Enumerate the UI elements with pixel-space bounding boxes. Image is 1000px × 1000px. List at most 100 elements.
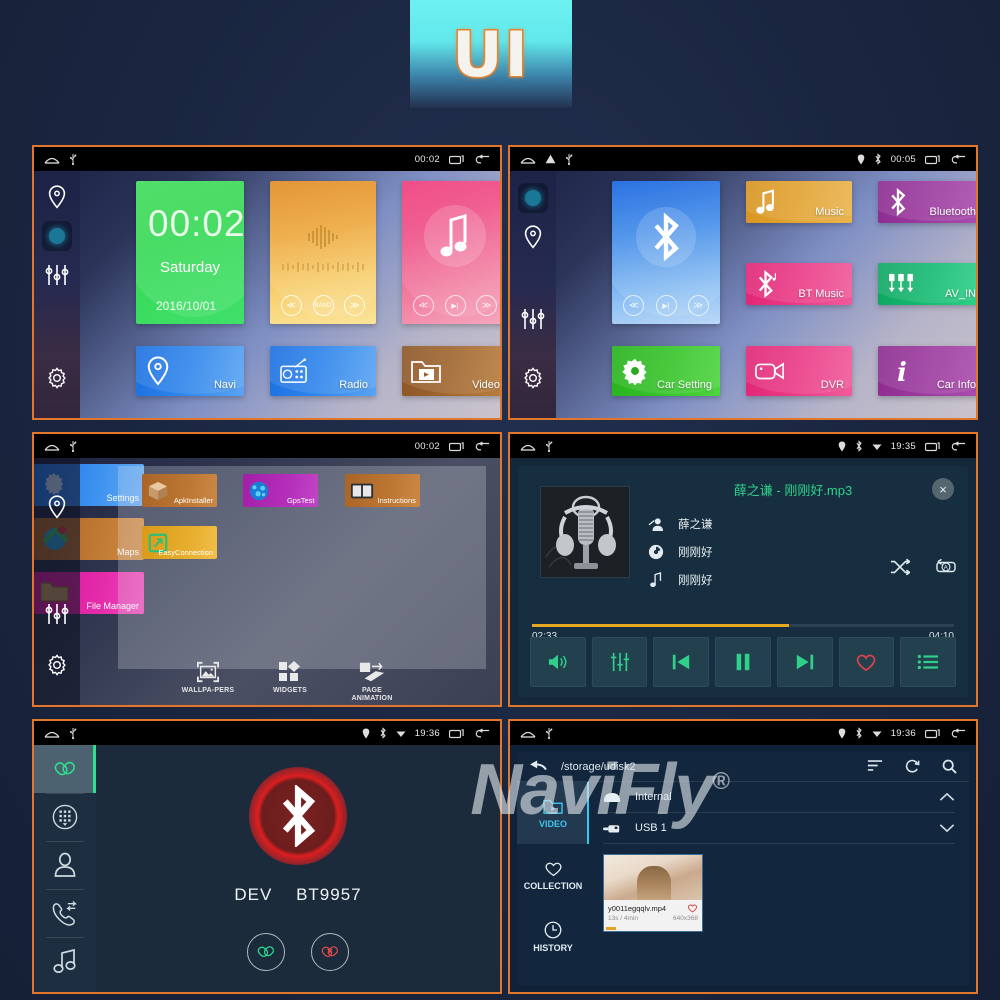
back-icon[interactable]	[473, 440, 490, 452]
bt-nav-connection[interactable]	[34, 745, 96, 793]
equalizer-icon[interactable]	[43, 261, 71, 289]
previous-button[interactable]	[653, 637, 710, 687]
bt-play-button[interactable]: ▶|	[655, 295, 677, 316]
volume-button[interactable]	[530, 637, 586, 687]
back-icon[interactable]	[949, 440, 966, 452]
app-apkinstaller[interactable]: ApkInstaller	[142, 474, 217, 507]
home-icon[interactable]	[44, 441, 60, 452]
gear-icon	[621, 357, 649, 385]
bt-nav-music[interactable]	[34, 937, 96, 985]
bluetooth-icon	[874, 153, 882, 165]
radio-prev-button[interactable]: ≪	[280, 295, 302, 316]
drawer-app-grid: ApkInstaller GpsTest Instructions EasyCo…	[118, 466, 486, 669]
bt-nav-dialpad[interactable]	[34, 793, 96, 841]
tile-dvr[interactable]: DVR	[746, 346, 852, 396]
page-animation-button[interactable]: PAGE ANIMATION	[344, 659, 400, 703]
call-history-icon	[52, 901, 77, 926]
wallpapers-button[interactable]: WALLPA-PERS	[180, 659, 236, 703]
music-next-button[interactable]: ≫	[476, 295, 498, 316]
disconnect-button[interactable]	[311, 933, 349, 971]
home-icon[interactable]	[520, 441, 536, 452]
active-indicator-dot[interactable]	[42, 221, 72, 251]
bt-nav-contacts[interactable]	[34, 841, 96, 889]
repeat-all-icon[interactable]: A	[936, 558, 956, 576]
equalizer-icon[interactable]	[43, 601, 71, 626]
tile-car-setting[interactable]: Car Setting	[612, 346, 720, 396]
active-indicator-dot[interactable]	[518, 183, 548, 213]
tile-radio-widget[interactable]: ≪ BAND ≫	[270, 181, 376, 324]
tile-clock[interactable]: 00:02 Saturday 2016/10/01	[136, 181, 244, 324]
playlist-button[interactable]	[900, 637, 957, 687]
progress-bar[interactable]	[532, 624, 954, 627]
home-icon[interactable]	[44, 728, 60, 739]
tile-bt-music[interactable]: BT Music	[746, 263, 852, 305]
tile-navi[interactable]: Navi	[136, 346, 244, 396]
radio-band-button[interactable]: BAND	[312, 295, 334, 316]
home-icon[interactable]	[520, 728, 536, 739]
equalizer-button[interactable]	[591, 637, 648, 687]
favorite-button[interactable]	[838, 637, 895, 687]
gear-icon[interactable]	[43, 364, 71, 392]
back-arrow-icon[interactable]	[529, 759, 547, 774]
chevron-down-icon[interactable]	[939, 823, 955, 833]
shuffle-icon[interactable]	[890, 558, 910, 576]
connect-button[interactable]	[247, 933, 285, 971]
home-icon[interactable]	[44, 154, 60, 165]
chevron-up-icon[interactable]	[939, 792, 955, 802]
tile-car-info[interactable]: i Car Info	[878, 346, 976, 396]
back-icon[interactable]	[473, 727, 490, 739]
music-prev-button[interactable]: ≪	[412, 295, 434, 316]
music-play-button[interactable]: ▶|	[444, 295, 466, 316]
app-gpstest[interactable]: GpsTest	[243, 474, 319, 507]
refresh-icon[interactable]	[905, 759, 920, 774]
bt-prev-button[interactable]: ≪	[623, 295, 645, 316]
tile-av-in[interactable]: AV_IN	[878, 263, 976, 305]
gear-icon[interactable]	[519, 364, 547, 392]
recents-icon[interactable]	[925, 154, 940, 165]
home-icon[interactable]	[520, 154, 536, 165]
category-collection[interactable]: COLLECTION	[517, 844, 589, 906]
source-internal[interactable]: Internal	[603, 782, 955, 813]
source-usb1[interactable]: USB 1	[603, 813, 955, 844]
widgets-button[interactable]: WIDGETS	[262, 659, 318, 703]
next-button[interactable]	[776, 637, 833, 687]
bt-next-button[interactable]: ≫	[687, 295, 709, 316]
category-video[interactable]: VIDEO	[517, 782, 589, 844]
app-instructions[interactable]: Instructions	[344, 474, 420, 507]
pause-button[interactable]	[715, 637, 771, 687]
location-icon[interactable]	[43, 183, 71, 211]
location-icon[interactable]	[519, 223, 547, 251]
close-button[interactable]: ×	[932, 478, 954, 500]
back-icon[interactable]	[949, 727, 966, 739]
recents-icon[interactable]	[449, 441, 464, 452]
equalizer-icon[interactable]	[519, 305, 547, 333]
bt-nav-call-history[interactable]	[34, 889, 96, 937]
tile-video[interactable]: Video	[402, 346, 500, 396]
app-easyconnection[interactable]: EasyConnection	[142, 526, 217, 559]
video-folder-icon	[411, 358, 441, 384]
file-card[interactable]: y0011egqqlv.mp4 13s / 4min 640x368	[603, 854, 703, 932]
tile-radio[interactable]: Radio	[270, 346, 376, 396]
favorite-icon[interactable]	[687, 903, 698, 913]
bluetooth-status-indicator[interactable]	[249, 767, 347, 865]
search-icon[interactable]	[942, 759, 957, 774]
statusbar-time: 00:05	[890, 153, 916, 165]
recents-icon[interactable]	[449, 154, 464, 165]
gear-icon[interactable]	[43, 652, 71, 677]
music-widget-controls: ≪ ▶| ≫	[402, 295, 500, 316]
category-history[interactable]: HISTORY	[517, 906, 589, 968]
location-icon[interactable]	[43, 494, 71, 519]
tile-bluetooth[interactable]: Bluetooth	[878, 181, 976, 223]
radio-next-button[interactable]: ≫	[344, 295, 366, 316]
track-metadata: 薛之谦 刚刚好 刚刚好	[648, 510, 713, 594]
recents-icon[interactable]	[449, 728, 464, 739]
back-icon[interactable]	[949, 153, 966, 165]
sort-icon[interactable]	[867, 759, 883, 774]
tile-music[interactable]: Music	[746, 181, 852, 223]
file-duration: 13s / 4min	[608, 915, 638, 922]
recents-icon[interactable]	[925, 441, 940, 452]
tile-bluetooth-widget[interactable]: ≪ ▶| ≫	[612, 181, 720, 324]
back-icon[interactable]	[473, 153, 490, 165]
tile-music-widget[interactable]: ≪ ▶| ≫	[402, 181, 500, 324]
recents-icon[interactable]	[925, 728, 940, 739]
